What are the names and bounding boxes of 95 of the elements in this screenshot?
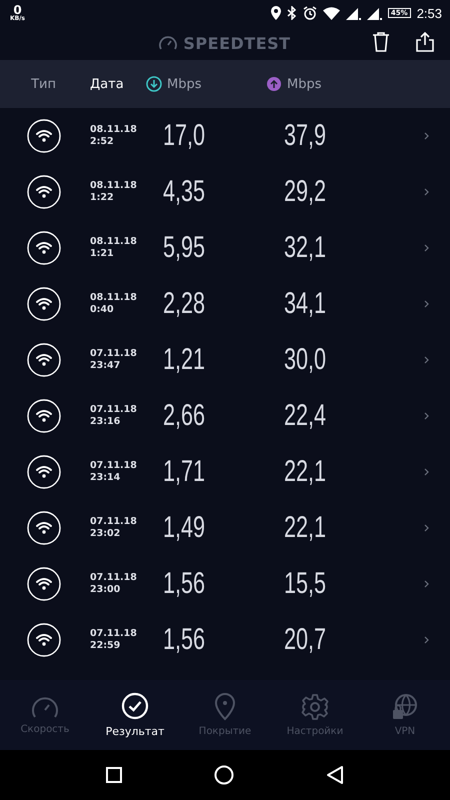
column-heading[interactable]: Mbps	[287, 76, 322, 92]
upload-speed: 22,1	[284, 511, 328, 545]
result-time: 23:14	[90, 472, 122, 484]
upload-speed: 22,4	[284, 399, 328, 433]
chevron-right-icon	[424, 468, 429, 476]
upload-speed: 22,1	[284, 455, 328, 489]
column-heading[interactable]: Тип	[31, 76, 56, 92]
alarm-icon	[302, 6, 317, 20]
bluetooth-icon	[286, 6, 297, 20]
result-time: 23:02	[90, 528, 122, 540]
download-speed: 1,49	[163, 511, 206, 545]
wifi-icon	[27, 399, 61, 433]
clock-time: 2:53	[416, 6, 442, 20]
download-speed: 2,28	[163, 287, 206, 321]
upload-speed: 29,2	[284, 175, 328, 209]
chevron-right-icon	[424, 636, 429, 644]
result-row[interactable]: 07.11.18 23:47 1,21 30,0	[0, 332, 450, 388]
chevron-right-icon	[424, 580, 429, 588]
result-date: 07.11.18	[90, 348, 138, 360]
result-date: 08.11.18	[90, 180, 138, 192]
wifi-icon	[27, 343, 61, 377]
result-date: 08.11.18	[90, 292, 138, 304]
checkmark-icon	[121, 692, 149, 720]
result-row[interactable]: 08.11.18 1:22 4,35 29,2	[0, 164, 450, 220]
download-speed: 1,56	[163, 623, 206, 657]
chevron-right-icon	[424, 300, 429, 308]
wifi-icon	[27, 287, 61, 321]
result-date: 08.11.18	[90, 124, 138, 136]
column-heading[interactable]: Mbps	[167, 76, 202, 92]
result-time: 23:16	[90, 416, 122, 428]
download-speed: 4,35	[163, 175, 206, 209]
wifi-icon	[27, 175, 61, 209]
result-row[interactable]: 08.11.18 2:52 17,0 37,9	[0, 108, 450, 164]
chevron-right-icon	[424, 524, 429, 532]
result-time: 22:59	[90, 640, 122, 652]
chevron-right-icon	[424, 188, 429, 196]
chevron-right-icon	[424, 244, 429, 252]
result-date: 07.11.18	[90, 404, 138, 416]
result-time: 1:22	[90, 192, 115, 204]
result-row[interactable]: 08.11.18 0:40 2,28 34,1	[0, 276, 450, 332]
download-speed: 1,56	[163, 567, 206, 601]
result-date: 07.11.18	[90, 572, 138, 584]
share-icon[interactable]	[416, 32, 434, 52]
chevron-right-icon	[424, 356, 429, 364]
upload-speed: 30,0	[284, 343, 328, 377]
download-speed: 1,21	[163, 343, 206, 377]
result-date: 07.11.18	[90, 516, 138, 528]
wifi-icon	[27, 511, 61, 545]
wifi-icon	[322, 6, 340, 20]
upload-speed: 37,9	[284, 119, 328, 153]
result-time: 1:21	[90, 248, 115, 260]
result-time: 0:40	[90, 304, 115, 316]
wifi-icon	[27, 231, 61, 265]
recents-button-icon[interactable]	[106, 767, 122, 783]
result-date: 07.11.18	[90, 460, 138, 472]
location-icon	[270, 6, 281, 20]
trash-icon[interactable]	[372, 32, 390, 52]
download-speed: 5,95	[163, 231, 206, 265]
result-row[interactable]: 07.11.18 23:14 1,71 22,1	[0, 444, 450, 500]
result-time: 23:00	[90, 584, 122, 596]
wifi-icon	[27, 455, 61, 489]
upload-speed: 34,1	[284, 287, 328, 321]
result-date: 08.11.18	[90, 236, 138, 248]
tab[interactable]: Результат	[95, 692, 175, 738]
gauge-icon	[31, 695, 59, 719]
upload-speed: 32,1	[284, 231, 328, 265]
result-date: 07.11.18	[90, 628, 138, 640]
wifi-icon	[27, 567, 61, 601]
result-row[interactable]: 07.11.18 23:02 1,49 22,1	[0, 500, 450, 556]
download-speed: 1,71	[163, 455, 206, 489]
gauge-icon	[159, 36, 178, 50]
column-heading[interactable]: Дата	[90, 76, 124, 92]
chevron-right-icon	[424, 132, 429, 140]
result-row[interactable]: 08.11.18 1:21 5,95 32,1	[0, 220, 450, 276]
home-button-icon[interactable]	[214, 765, 234, 785]
result-time: 23:47	[90, 360, 122, 372]
signal-icon	[366, 6, 382, 20]
result-row[interactable]: 07.11.18 22:59 1,56 20,7	[0, 612, 450, 668]
download-speed: 17,0	[163, 119, 206, 153]
globe-lock-icon	[391, 693, 419, 721]
result-time: 2:52	[90, 136, 115, 148]
result-row[interactable]: 07.11.18 23:16 2,66 22,4	[0, 388, 450, 444]
network-speed-value: 0	[13, 4, 22, 16]
back-button-icon[interactable]	[326, 765, 344, 785]
chevron-right-icon	[424, 412, 429, 420]
signal-icon	[346, 6, 361, 20]
app-title: SPEEDTEST	[183, 34, 291, 52]
settings-icon	[301, 693, 329, 721]
download-speed: 2,66	[163, 399, 206, 433]
result-row[interactable]: 07.11.18 23:00 1,56 15,5	[0, 556, 450, 612]
upload-speed: 15,5	[284, 567, 328, 601]
upload-speed: 20,7	[284, 623, 328, 657]
location-pin-icon	[214, 693, 236, 721]
wifi-icon	[27, 119, 61, 153]
wifi-icon	[27, 623, 61, 657]
